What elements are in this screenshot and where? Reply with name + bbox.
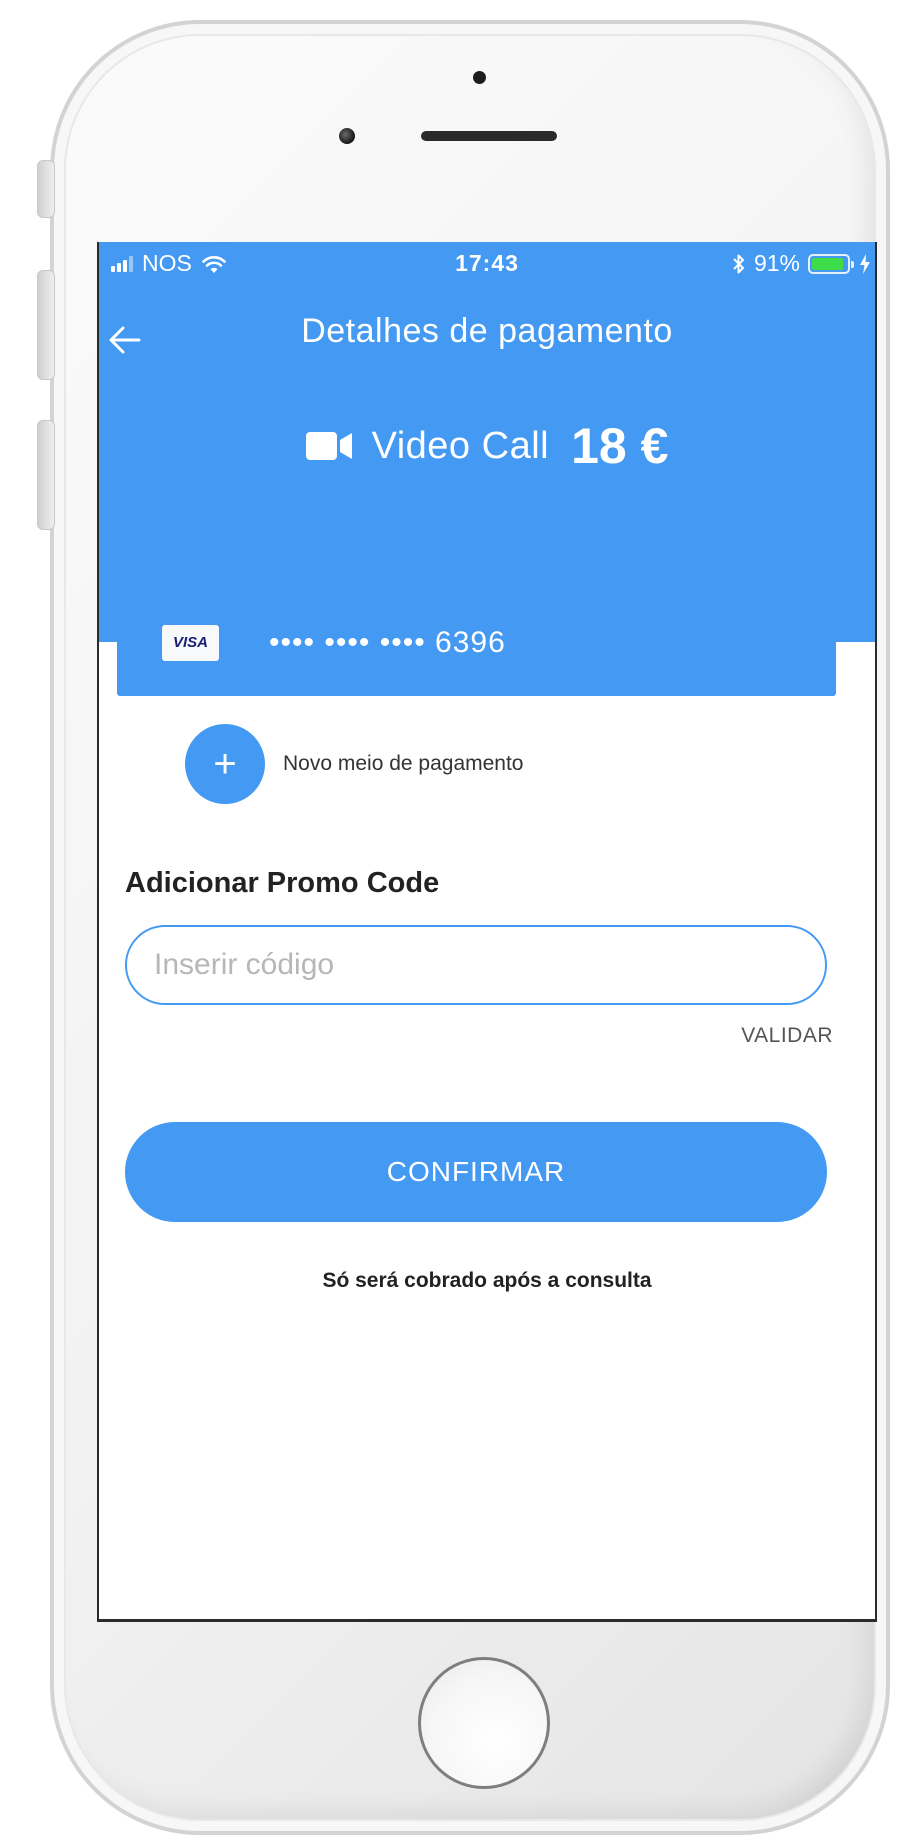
home-button[interactable] (418, 1657, 550, 1789)
volume-up-button (37, 270, 55, 380)
battery-percent: 91% (753, 250, 800, 276)
saved-card[interactable]: VISA •••• •••• •••• 6396 (117, 589, 836, 696)
video-camera-icon (305, 432, 352, 460)
add-payment-method[interactable]: + Novo meio de pagamento (185, 724, 524, 804)
visa-logo: VISA (162, 624, 219, 661)
silent-switch (37, 160, 55, 218)
confirm-button[interactable]: CONFIRMAR (125, 1122, 827, 1222)
promo-title: Adicionar Promo Code (125, 867, 440, 899)
speaker-grille (421, 131, 557, 141)
status-right: 91% (732, 250, 871, 277)
battery-fill (812, 257, 843, 270)
service-summary: Video Call 18 € (99, 417, 875, 475)
front-camera (473, 71, 486, 84)
proximity-sensor (339, 128, 355, 144)
page-title: Detalhes de pagamento (301, 312, 673, 350)
promo-code-input[interactable] (125, 925, 827, 1005)
service-label: Video Call (371, 424, 550, 467)
charging-icon (860, 253, 870, 274)
status-bar: NOS 17:43 91% (99, 242, 875, 286)
add-payment-label: Novo meio de pagamento (283, 752, 524, 775)
service-price: 18 € (571, 418, 669, 474)
payment-header: NOS 17:43 91% Detalhes de pagamento Vide… (99, 242, 875, 642)
volume-down-button (37, 420, 55, 530)
validate-button[interactable]: VALIDAR (741, 1024, 833, 1048)
card-number: •••• •••• •••• 6396 (269, 625, 506, 659)
battery-icon (808, 253, 854, 274)
charge-note: Só será cobrado após a consulta (322, 1269, 652, 1292)
bluetooth-icon (733, 254, 744, 273)
plus-icon[interactable]: + (185, 724, 265, 804)
app-screen: NOS 17:43 91% Detalhes de pagamento Vide… (97, 242, 877, 1622)
